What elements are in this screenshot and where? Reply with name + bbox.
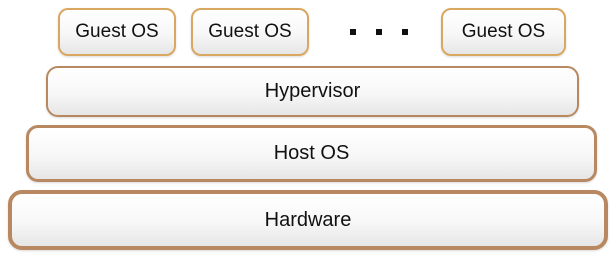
dot-3 [402, 29, 408, 35]
guest-os-box-3: Guest OS [441, 8, 566, 56]
guest-os-box-2: Guest OS [191, 8, 309, 56]
ellipsis-dots [350, 29, 408, 35]
host-os-layer: Host OS [26, 125, 597, 182]
dot-2 [376, 29, 382, 35]
hardware-layer: Hardware [8, 190, 608, 250]
dot-1 [350, 29, 356, 35]
hypervisor-layer: Hypervisor [46, 66, 579, 117]
guest-os-box-1: Guest OS [58, 8, 176, 56]
